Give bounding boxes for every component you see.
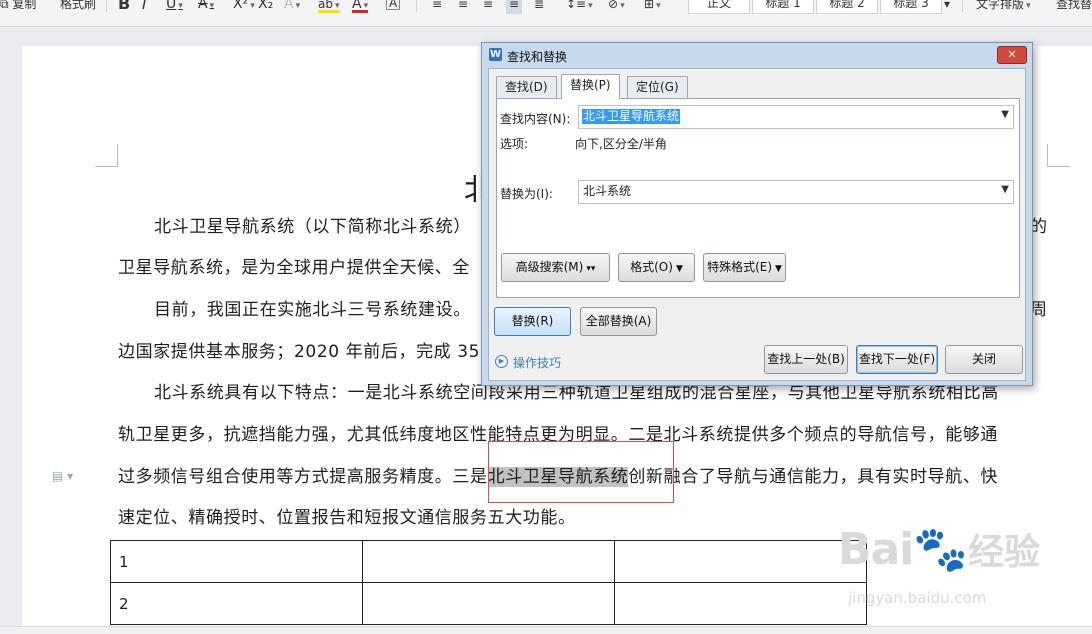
paragraph-2-tail: 周 [1030, 300, 1048, 320]
replace-input-value: 北斗系统 [583, 184, 632, 198]
distributed-icon[interactable]: ≣ [534, 0, 544, 14]
find-replace-button[interactable]: 查找替 [1056, 0, 1092, 14]
table-cell[interactable]: 2 [110, 582, 363, 625]
chevron-down-icon: ▼ [675, 264, 683, 274]
dialog-title: 查找和替换 [507, 50, 568, 64]
style-heading-3[interactable]: 标题 3 [880, 0, 942, 14]
format-painter-button[interactable]: 格式刷 [60, 0, 96, 14]
options-label: 选项: [500, 137, 529, 151]
crop-mark [1047, 144, 1070, 167]
toolbar-divider [106, 0, 107, 12]
close-icon[interactable]: ✕ [997, 46, 1027, 64]
align-right-icon[interactable]: ≡ [483, 0, 493, 14]
bold-button[interactable]: B [118, 0, 130, 14]
replace-panel: 查找内容(N): 北斗卫星导航系统 ▼ 选项: 向下,区分全/半角 替换为(I)… [496, 98, 1020, 298]
table-cell[interactable] [614, 540, 867, 583]
find-input[interactable]: 北斗卫星导航系统 ▼ [578, 105, 1014, 129]
copy-icon: ⧉ [0, 0, 9, 11]
special-format-dropdown[interactable]: 特殊格式(E) ▼ [703, 253, 786, 282]
borders-icon[interactable]: ⊞ [644, 0, 661, 14]
tips-link[interactable]: 操作技巧 [513, 354, 561, 371]
shading-icon[interactable]: ⊘ [608, 0, 625, 14]
replace-all-button[interactable]: 全部替换(A) [580, 307, 657, 336]
table-cell[interactable] [614, 582, 867, 625]
superscript-button[interactable]: X² [233, 0, 255, 14]
table-cell[interactable] [362, 582, 615, 625]
style-expand-icon[interactable]: ▾ [944, 0, 950, 14]
line-spacing-icon[interactable]: ↕≡ [566, 0, 593, 14]
play-circle-icon[interactable]: ▶ [495, 355, 508, 368]
char-border-button[interactable]: A [386, 0, 401, 10]
close-button[interactable]: 关闭 [945, 345, 1023, 374]
watermark-url: jingyan.baidu.com [848, 589, 987, 607]
chevron-down-icon[interactable]: ▼ [1001, 184, 1009, 195]
format-dropdown[interactable]: 格式(O) ▼ [618, 253, 695, 282]
style-heading-1[interactable]: 标题 1 [752, 0, 814, 14]
underline-button[interactable]: U [166, 0, 183, 14]
annotation-box [488, 441, 674, 503]
replace-input[interactable]: 北斗系统 ▼ [578, 180, 1014, 204]
table-row: 2 [110, 582, 867, 625]
copy-button[interactable]: ⧉ 复制 [0, 0, 36, 14]
highlight-button[interactable]: ab [318, 0, 340, 13]
align-center-icon[interactable]: ≡ [458, 0, 468, 14]
tab-find[interactable]: 查找(D) [496, 76, 557, 98]
watermark: Bai🐾经验 jingyan.baidu.com [838, 523, 1041, 607]
table-cell[interactable] [362, 540, 615, 583]
text-after-match: 创新融合了导航与通信能力，具有实时导航、快 [628, 467, 999, 487]
text-before-match: 过多频信号组合使用等方式提高服务精度。三是 [118, 467, 488, 487]
watermark-logo: Bai [838, 524, 914, 575]
replace-button[interactable]: 替换(R) [494, 307, 571, 336]
replace-label: 替换为(I): [500, 187, 553, 201]
style-normal[interactable]: 正文 [688, 0, 750, 14]
crop-mark [95, 144, 118, 167]
find-next-button[interactable]: 查找下一处(F) [856, 345, 938, 374]
italic-button[interactable]: I [142, 0, 146, 14]
paragraph-mark-icon[interactable]: ▤ ▾ [52, 469, 73, 483]
double-chevron-down-icon: ▾▾ [586, 264, 596, 274]
find-replace-dialog: W 查找和替换 ✕ 查找(D) 替换(P) 定位(G) 查找内容(N): 北斗卫… [481, 42, 1033, 386]
font-effect-button[interactable]: A [284, 0, 300, 14]
toolbar-divider [416, 0, 417, 12]
watermark-logo-cn: 经验 [968, 532, 1041, 573]
options-value: 向下,区分全/半角 [575, 137, 667, 151]
chevron-down-icon[interactable]: ▼ [1001, 109, 1009, 120]
paw-icon: 🐾 [913, 524, 969, 575]
style-heading-2[interactable]: 标题 2 [816, 0, 878, 14]
advanced-search-button[interactable]: 高级搜索(M) ▾▾ [501, 253, 610, 282]
table-cell[interactable]: 1 [110, 540, 363, 583]
tab-goto[interactable]: 定位(G) [627, 76, 688, 98]
find-label: 查找内容(N): [500, 112, 571, 126]
tab-replace[interactable]: 替换(P) [561, 74, 620, 99]
chevron-down-icon: ▼ [775, 264, 782, 274]
text-layout-button[interactable]: 文字排版 [976, 0, 1031, 14]
dialog-body: 查找(D) 替换(P) 定位(G) 查找内容(N): 北斗卫星导航系统 ▼ 选项… [488, 68, 1026, 381]
dialog-titlebar[interactable]: W 查找和替换 ✕ [482, 43, 1032, 67]
toolbar-divider [962, 0, 963, 12]
table-row: 1 [110, 540, 867, 583]
paragraph-1-tail: 的 [1030, 217, 1048, 237]
find-previous-button[interactable]: 查找上一处(B) [764, 345, 848, 374]
align-left-icon[interactable]: ≡ [432, 0, 442, 14]
font-color-button[interactable]: A [352, 0, 369, 13]
ribbon-toolbar: ⧉ 复制 格式刷 B I U A X² X₂ A ab A A ≡ ≡ ≡ ≡ … [0, 0, 1092, 27]
document-table: 1 2 [110, 540, 867, 625]
subscript-button[interactable]: X₂ [258, 0, 273, 14]
strikethrough-button[interactable]: A [198, 0, 214, 14]
wps-writer-icon: W [489, 48, 502, 61]
justify-icon[interactable]: ≡ [506, 0, 523, 14]
find-input-value: 北斗卫星导航系统 [582, 109, 681, 124]
